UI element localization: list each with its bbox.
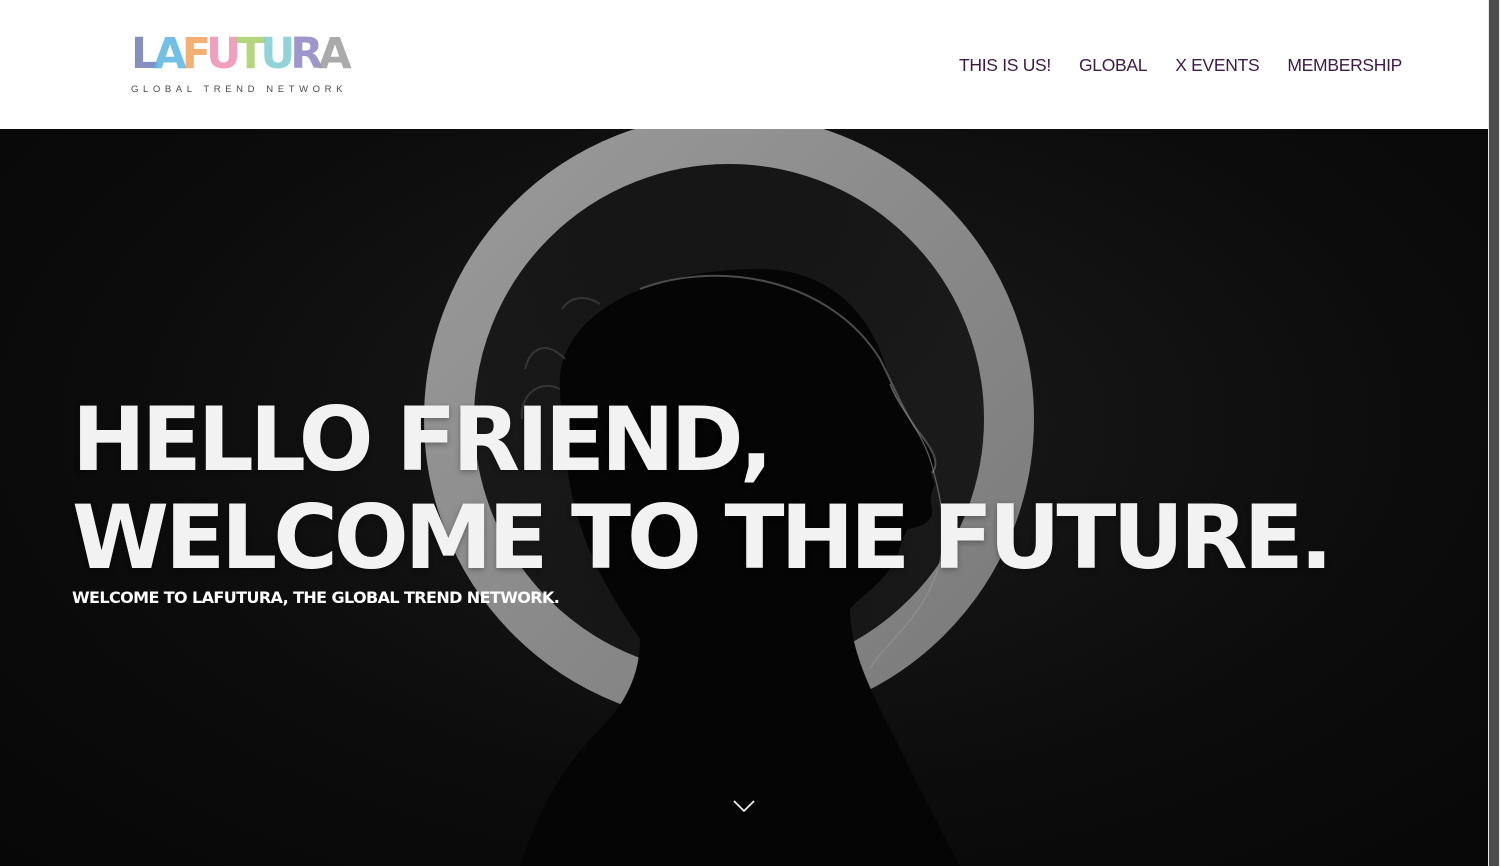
logo-letter: R	[290, 29, 323, 79]
hero-subheadline: WELCOME TO LAFUTURA, THE GLOBAL TREND NE…	[72, 588, 560, 607]
logo-letter: U	[260, 29, 295, 79]
site-header: LAFUTURA GLOBAL TREND NETWORK THIS IS US…	[0, 0, 1488, 129]
nav-link-x-events[interactable]: X EVENTS	[1175, 52, 1259, 78]
page-scrollbar[interactable]	[1488, 0, 1500, 866]
nav-link-this-is-us[interactable]: THIS IS US!	[959, 52, 1051, 78]
logo-letter: U	[206, 29, 241, 79]
logo-letter: A	[318, 29, 351, 79]
logo-letter: L	[131, 29, 158, 79]
main-nav: THIS IS US! GLOBAL X EVENTS MEMBERSHIP	[959, 52, 1402, 78]
hero-section: HELLO FRIEND, WELCOME TO THE FUTURE. WEL…	[0, 129, 1488, 866]
scroll-down-button[interactable]	[732, 797, 756, 815]
hero-headline: HELLO FRIEND, WELCOME TO THE FUTURE.	[72, 391, 1452, 587]
hero-headline-line-2: WELCOME TO THE FUTURE.	[72, 486, 1333, 589]
lafutura-logo[interactable]: LAFUTURA GLOBAL TREND NETWORK	[131, 33, 352, 98]
logo-tagline: GLOBAL TREND NETWORK	[131, 84, 348, 95]
chevron-down-icon	[733, 800, 755, 813]
scrollbar-thumb[interactable]	[1489, 0, 1499, 866]
logo-letter: F	[181, 29, 211, 79]
logo-letter: A	[153, 29, 186, 79]
hero-headline-line-1: HELLO FRIEND,	[72, 388, 773, 491]
nav-link-global[interactable]: GLOBAL	[1079, 52, 1148, 78]
nav-link-membership[interactable]: MEMBERSHIP	[1287, 52, 1402, 78]
logo-letter: T	[235, 29, 265, 79]
logo-wordmark: LAFUTURA	[131, 29, 352, 79]
